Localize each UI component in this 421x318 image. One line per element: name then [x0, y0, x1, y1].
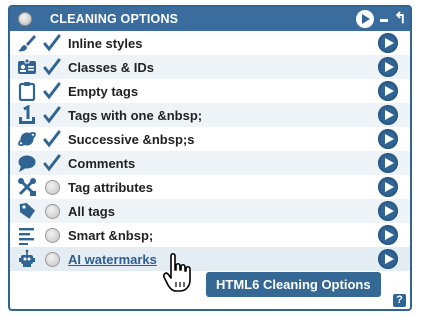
- hand-cursor-icon: [163, 252, 191, 292]
- option-label: Smart &nbsp;: [68, 227, 154, 243]
- option-row-classes-ids: Classes & IDs: [10, 55, 410, 79]
- text-lines-icon: [16, 224, 38, 246]
- panel-title: CLEANING OPTIONS: [50, 12, 179, 26]
- option-label: Successive &nbsp;s: [68, 131, 195, 147]
- speech-bubble-icon: [16, 152, 38, 174]
- tools-icon: [16, 176, 38, 198]
- tag-icon: [16, 200, 38, 222]
- run-option-button[interactable]: [378, 105, 398, 125]
- unchecked-radio[interactable]: [42, 225, 62, 245]
- paintbrush-icon: [16, 32, 38, 54]
- minimize-icon[interactable]: [380, 19, 388, 22]
- checked-icon[interactable]: [42, 153, 62, 173]
- ai-watermarks-link[interactable]: AI watermarks: [68, 252, 157, 267]
- title-bullet-icon: [18, 12, 32, 26]
- option-row-comments: Comments: [10, 151, 410, 175]
- number-one-icon: [16, 104, 38, 126]
- option-row-tags-with-one-nbsp: Tags with one &nbsp;: [10, 103, 410, 127]
- run-option-button[interactable]: [378, 201, 398, 221]
- run-option-button[interactable]: [378, 129, 398, 149]
- option-label: Inline styles: [68, 35, 143, 51]
- option-label: Tags with one &nbsp;: [68, 107, 203, 123]
- title-controls: ↰: [356, 10, 407, 28]
- checked-icon[interactable]: [42, 105, 62, 125]
- option-row-tag-attributes: Tag attributes: [10, 175, 410, 199]
- run-option-button[interactable]: [378, 81, 398, 101]
- clipboard-icon: [16, 80, 38, 102]
- checked-icon[interactable]: [42, 57, 62, 77]
- tooltip: HTML6 Cleaning Options: [206, 272, 381, 297]
- options-list: Inline styles Classes & IDs Empty tags T…: [10, 31, 410, 271]
- unchecked-radio[interactable]: [42, 201, 62, 221]
- run-option-button[interactable]: [378, 225, 398, 245]
- option-row-empty-tags: Empty tags: [10, 79, 410, 103]
- play-icon[interactable]: [356, 10, 374, 28]
- run-option-button[interactable]: [378, 249, 398, 269]
- option-row-all-tags: All tags: [10, 199, 410, 223]
- option-row-successive-nbsp: Successive &nbsp;s: [10, 127, 410, 151]
- run-option-button[interactable]: [378, 57, 398, 77]
- robot-icon: [16, 248, 38, 270]
- option-row-inline-styles: Inline styles: [10, 31, 410, 55]
- planet-icon: [16, 128, 38, 150]
- run-option-button[interactable]: [378, 33, 398, 53]
- option-label: Comments: [68, 155, 136, 171]
- checked-icon[interactable]: [42, 129, 62, 149]
- option-label: All tags: [68, 203, 115, 219]
- run-option-button[interactable]: [378, 153, 398, 173]
- pin-icon[interactable]: ↰: [394, 11, 407, 27]
- unchecked-radio[interactable]: [42, 249, 62, 269]
- run-option-button[interactable]: [378, 177, 398, 197]
- option-label: Tag attributes: [68, 179, 153, 195]
- option-label: Empty tags: [68, 83, 139, 99]
- unchecked-radio[interactable]: [42, 177, 62, 197]
- checked-icon[interactable]: [42, 33, 62, 53]
- help-icon[interactable]: ?: [393, 294, 406, 307]
- panel-titlebar: CLEANING OPTIONS ↰: [10, 7, 410, 31]
- option-label: Classes & IDs: [68, 59, 154, 75]
- checked-icon[interactable]: [42, 81, 62, 101]
- option-row-smart-nbsp: Smart &nbsp;: [10, 223, 410, 247]
- id-card-icon: [16, 56, 38, 78]
- option-row-ai-watermarks: AI watermarks: [10, 247, 410, 271]
- cleaning-options-panel: CLEANING OPTIONS ↰ Inline styles Classes…: [8, 5, 412, 311]
